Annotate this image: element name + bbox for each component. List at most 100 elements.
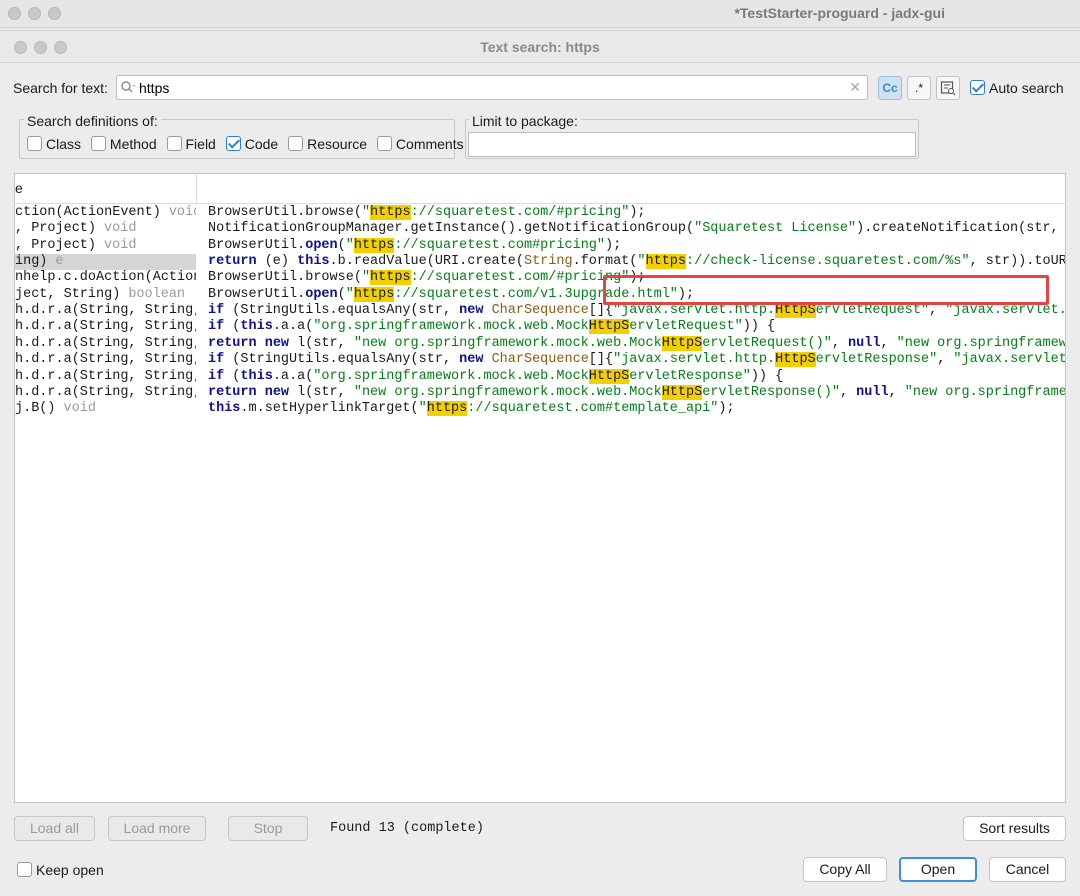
regex-button[interactable]: .* — [907, 76, 931, 100]
result-code: return new l(str, "new org.springframewo… — [208, 335, 1066, 351]
match-highlight: HttpS — [661, 335, 703, 351]
match-highlight: https — [645, 254, 687, 270]
match-highlight: HttpS — [775, 303, 816, 319]
load-all-button[interactable]: Load all — [14, 816, 95, 841]
copy-all-button[interactable]: Copy All — [803, 857, 887, 882]
class-checkbox[interactable] — [27, 136, 42, 151]
annotation-highlight-box — [603, 275, 1049, 305]
search-icon — [120, 79, 136, 98]
sort-results-button[interactable]: Sort results — [963, 816, 1066, 841]
result-return-type: void — [104, 221, 137, 237]
result-node: j.B() void — [15, 401, 96, 417]
result-code: return (e) this.b.readValue(URI.create(S… — [208, 254, 1066, 270]
result-row[interactable]: , Project) void NotificationGroupManager.g… — [15, 221, 1066, 237]
text-search-dialog: Text search: https Search for text: ✕ Cc… — [0, 30, 1080, 896]
result-row[interactable]: h.d.r.a(String, String, I if (StringUtils… — [15, 303, 1066, 319]
code-checkbox[interactable] — [225, 136, 241, 151]
result-code: this.m.setHyperlinkTarget("https://squar… — [208, 401, 735, 417]
result-node: , Project) void — [15, 237, 137, 253]
result-row[interactable]: h.d.r.a(String, String, I if (this.a.a("o… — [15, 319, 1065, 335]
result-node: ject, String) boolean — [15, 286, 186, 302]
method-checkbox[interactable] — [90, 136, 106, 151]
option-class[interactable]: Class — [27, 136, 81, 152]
clear-search-icon[interactable]: ✕ — [849, 79, 861, 96]
keep-open-checkbox[interactable] — [17, 862, 32, 877]
match-highlight: HttpS — [588, 368, 630, 384]
result-row[interactable]: h.d.r.a(String, String, I if (this.a.a("o… — [15, 368, 1065, 385]
load-more-button[interactable]: Load more — [108, 816, 206, 841]
match-highlight: https — [370, 270, 411, 286]
zoom-window-button[interactable] — [48, 7, 61, 20]
result-row[interactable]: h.d.r.a(String, String, I return new l(st… — [15, 335, 1066, 352]
result-row[interactable]: h.d.r.a(String, String, I if (StringUtils… — [15, 352, 1065, 368]
option-resource[interactable]: Resource — [288, 136, 367, 152]
result-row[interactable]: , Project) void BrowserUtil.open("https://… — [15, 237, 1065, 254]
result-node: , Project) void — [15, 221, 137, 237]
field-checkbox[interactable] — [166, 136, 182, 151]
result-node: h.d.r.a(String, String, I — [15, 352, 196, 368]
results-header: e — [15, 174, 1065, 204]
keep-open-toggle[interactable]: Keep open — [17, 862, 104, 878]
dialog-titlebar: Text search: https — [0, 31, 1080, 63]
window-title: *TestStarter-proguard - jadx-gui — [734, 5, 945, 21]
outer-titlebar: *TestStarter-proguard - jadx-gui — [0, 0, 1080, 28]
stop-button[interactable]: Stop — [228, 816, 308, 841]
result-row[interactable]: ction(ActionEvent)void BrowserUtil.browse… — [15, 205, 1065, 221]
result-node: ing) e — [15, 254, 196, 271]
result-node: h.d.r.a(String, String, I — [15, 303, 196, 319]
option-comments[interactable]: Comments — [376, 136, 464, 152]
match-highlight: https — [353, 286, 395, 302]
result-return-type: void — [168, 205, 196, 220]
result-return-type: e — [55, 254, 64, 270]
option-field[interactable]: Field — [166, 136, 216, 152]
result-node: nhelp.c.doAction(ActionEv — [15, 270, 196, 286]
comments-checkbox[interactable] — [376, 136, 392, 151]
header-left-label: e — [15, 180, 23, 196]
result-code: if (this.a.a("org.springframework.mock.w… — [208, 319, 776, 335]
cancel-button[interactable]: Cancel — [989, 857, 1066, 882]
result-code: if (this.a.a("org.springframework.mock.w… — [208, 368, 784, 384]
match-highlight: https — [426, 401, 468, 417]
result-return-type: void — [104, 237, 137, 253]
open-button[interactable]: Open — [899, 857, 977, 882]
match-case-button[interactable]: Cc — [878, 76, 902, 100]
search-status: Found 13 (complete) — [330, 821, 484, 836]
result-node: h.d.r.a(String, String, I — [15, 368, 196, 384]
result-code: NotificationGroupManager.getInstance().g… — [208, 221, 1066, 237]
package-input[interactable] — [468, 132, 916, 157]
option-code[interactable]: Code — [225, 136, 278, 152]
match-highlight: https — [370, 205, 411, 220]
result-row[interactable]: ing) e return (e) this.b.readValue(URI.cre… — [15, 254, 1066, 271]
result-code: BrowserUtil.browse("https://squaretest.c… — [208, 270, 646, 286]
auto-search-label: Auto search — [989, 80, 1064, 96]
resource-checkbox[interactable] — [288, 136, 304, 151]
result-code: return new l(str, "new org.springframewo… — [208, 384, 1066, 400]
match-highlight: HttpS — [775, 352, 816, 368]
auto-search-checkbox[interactable] — [970, 80, 985, 95]
result-code: BrowserUtil.open("https://squaretest.com… — [208, 237, 622, 253]
definitions-options: Class Method Field Code Resource Comment… — [27, 136, 464, 152]
result-row[interactable]: h.d.r.a(String, String, I return new l(st… — [15, 384, 1066, 401]
result-node: h.d.r.a(String, String, I — [15, 384, 196, 400]
close-window-button[interactable] — [8, 7, 21, 20]
result-return-type: void — [63, 401, 96, 417]
option-method[interactable]: Method — [90, 136, 157, 152]
result-row[interactable]: j.B() void this.m.setHyperlinkTarget("http… — [15, 401, 1065, 417]
match-highlight: HttpS — [661, 384, 703, 400]
search-definitions-title: Search definitions of: — [24, 113, 161, 129]
whole-words-button[interactable] — [936, 76, 960, 100]
result-node: h.d.r.a(String, String, I — [15, 319, 196, 335]
result-code: BrowserUtil.browse("https://squaretest.c… — [208, 205, 646, 220]
search-label: Search for text: — [13, 80, 108, 96]
match-highlight: https — [353, 237, 395, 253]
result-code: if (StringUtils.equalsAny(str, new CharS… — [208, 303, 1066, 319]
dialog-title: Text search: https — [480, 39, 600, 55]
auto-search-toggle[interactable]: Auto search — [970, 80, 1064, 96]
result-code: if (StringUtils.equalsAny(str, new CharS… — [208, 352, 1065, 368]
result-return-type: boolean — [128, 286, 186, 302]
search-field[interactable]: ✕ — [116, 75, 868, 100]
minimize-window-button[interactable] — [28, 7, 41, 20]
results-table[interactable]: e ction(ActionEvent)void BrowserUtil.brow… — [14, 173, 1066, 803]
search-input[interactable] — [139, 78, 839, 97]
result-node: ction(ActionEvent)void — [15, 205, 196, 221]
